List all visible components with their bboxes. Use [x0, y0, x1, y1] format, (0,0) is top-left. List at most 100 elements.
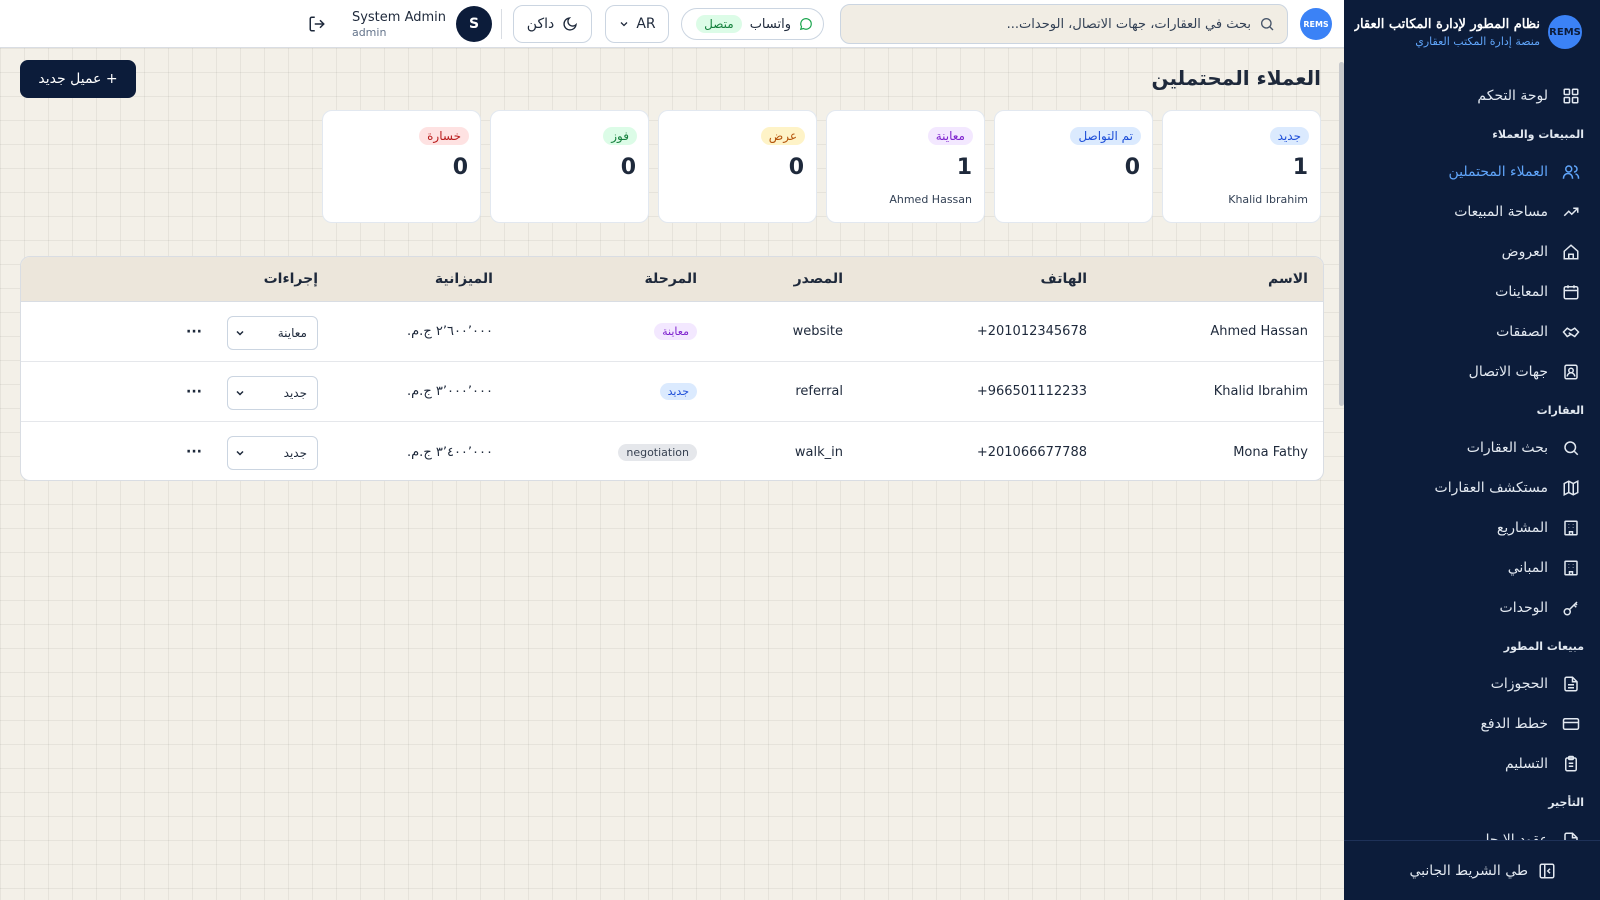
whatsapp-status[interactable]: واتساب متصل [681, 8, 824, 40]
sidebar-item-label: الصفقات [1496, 324, 1548, 340]
sidebar-item-leases[interactable]: عقود الإيجار [1344, 820, 1600, 840]
stage-count: 1 [956, 155, 972, 180]
sidebar-item-label: مستكشف العقارات [1434, 480, 1548, 496]
page-scrollbar[interactable] [1339, 62, 1344, 406]
sidebar-item-handover[interactable]: التسليم [1344, 744, 1600, 784]
stage-badge: جديد [1269, 127, 1309, 145]
search-icon [1562, 439, 1580, 457]
lead-phone: +201012345678 [976, 324, 1087, 339]
stage-card-new[interactable]: جديد 1 Khalid Ibrahim [1162, 110, 1321, 223]
file-icon [1562, 831, 1580, 840]
sidebar-item-leads[interactable]: العملاء المحتملين [1344, 152, 1600, 192]
chat-icon [799, 17, 813, 31]
more-actions-icon[interactable]: ··· [186, 302, 202, 361]
brand[interactable]: REMS نظام المطور لإدارة المكاتب العقارية… [1344, 0, 1600, 64]
brand-subtitle: منصة إدارة المكتب العقاري [1415, 34, 1540, 48]
lead-name[interactable]: Khalid Ibrahim [1214, 362, 1308, 421]
search-bar[interactable] [840, 4, 1288, 44]
topbar-divider [501, 9, 502, 39]
user-role: admin [351, 25, 387, 39]
sidebar-item-deals[interactable]: الصفقات [1344, 312, 1600, 352]
stage-select[interactable]: معاينة [227, 316, 318, 350]
sidebar-item-bookings[interactable]: الحجوزات [1344, 664, 1600, 704]
sidebar-item-contacts[interactable]: جهات الاتصال [1344, 352, 1600, 392]
stage-badge: جديد [659, 383, 697, 400]
sidebar-item-sales-space[interactable]: مساحة المبيعات [1344, 192, 1600, 232]
lead-name[interactable]: Ahmed Hassan [1210, 302, 1308, 361]
column-header-stage[interactable]: المرحلة [645, 257, 697, 301]
more-actions-icon[interactable]: ··· [186, 362, 202, 421]
logout-icon[interactable] [308, 15, 326, 33]
clipboard-icon [1562, 755, 1580, 773]
stage-badge: negotiation [618, 443, 697, 461]
sidebar-item-dashboard[interactable]: لوحة التحكم [1344, 76, 1600, 116]
stage-card-viewing[interactable]: معاينة 1 Ahmed Hassan [826, 110, 985, 223]
sidebar-item-label: جهات الاتصال [1468, 364, 1548, 380]
sidebar-item-label: لوحة التحكم [1477, 88, 1548, 104]
chevron-down-icon [618, 18, 630, 30]
stage-badge: معاينة [654, 323, 697, 340]
user-menu[interactable]: S System Admin admin [348, 6, 492, 42]
sidebar-item-label: عقود الإيجار [1478, 832, 1548, 840]
lead-source: referral [795, 384, 843, 399]
sidebar-item-label: المباني [1507, 560, 1548, 576]
search-input[interactable] [853, 16, 1251, 32]
stage-card-lost[interactable]: خسارة 0 [322, 110, 481, 223]
theme-toggle[interactable]: داكن [513, 5, 592, 43]
panel-collapse-icon [1538, 862, 1556, 880]
lead-phone: +966501112233 [976, 384, 1087, 399]
sidebar-item-payment-plans[interactable]: خطط الدفع [1344, 704, 1600, 744]
whatsapp-status-badge: متصل [696, 15, 742, 33]
sidebar-section-rental: التأجير [1548, 795, 1584, 809]
more-actions-icon[interactable]: ··· [186, 422, 202, 480]
stage-count: 0 [452, 155, 468, 180]
building-icon [1562, 559, 1580, 577]
lead-name[interactable]: Mona Fathy [1233, 422, 1308, 480]
stage-select[interactable]: جديد [227, 436, 318, 470]
table-row[interactable]: Mona Fathy +201066677788 walk_in negotia… [21, 422, 1323, 480]
sidebar-item-viewings[interactable]: المعاينات [1344, 272, 1600, 312]
sidebar-section-developer: مبيعات المطور [1503, 639, 1584, 653]
grid-icon [1562, 87, 1580, 105]
stage-badge: تم التواصل [1070, 127, 1141, 145]
search-icon [1259, 16, 1275, 32]
stage-badge: خسارة [419, 127, 469, 145]
sidebar-item-projects[interactable]: المشاريع [1344, 508, 1600, 548]
column-header-phone[interactable]: الهاتف [1041, 257, 1087, 301]
stage-count: 0 [620, 155, 636, 180]
sidebar-item-label: المشاريع [1496, 520, 1548, 536]
language-label: AR [636, 16, 656, 32]
collapse-label: طي الشريط الجانبي [1409, 862, 1528, 879]
contact-icon [1562, 363, 1580, 381]
stage-card-contacted[interactable]: تم التواصل 0 [994, 110, 1153, 223]
theme-label: داكن [526, 16, 555, 32]
collapse-sidebar-button[interactable]: طي الشريط الجانبي [1344, 840, 1600, 900]
sidebar-item-label: مساحة المبيعات [1454, 204, 1548, 220]
sidebar-item-offers[interactable]: العروض [1344, 232, 1600, 272]
stage-card-offer[interactable]: عرض 0 [658, 110, 817, 223]
column-header-name[interactable]: الاسم [1268, 257, 1308, 301]
stage-badge: عرض [760, 127, 805, 145]
brand-logo: REMS [1548, 15, 1582, 49]
sidebar-item-units[interactable]: الوحدات [1344, 588, 1600, 628]
table-row[interactable]: Ahmed Hassan +201012345678 website معاين… [21, 302, 1323, 362]
column-header-source[interactable]: المصدر [794, 257, 843, 301]
sidebar-item-label: بحث العقارات [1466, 440, 1548, 456]
user-avatar: S [456, 6, 492, 42]
add-lead-button[interactable]: + عميل جديد [20, 60, 136, 98]
trending-up-icon [1562, 203, 1580, 221]
table-row[interactable]: Khalid Ibrahim +966501112233 referral جد… [21, 362, 1323, 422]
app-avatar[interactable]: REMS [1300, 8, 1332, 40]
sidebar-item-buildings[interactable]: المباني [1344, 548, 1600, 588]
home-icon [1562, 243, 1580, 261]
stage-names: Ahmed Hassan [889, 193, 972, 206]
user-name: System Admin [351, 9, 446, 25]
sidebar-item-label: الوحدات [1499, 600, 1548, 616]
stage-card-won[interactable]: فوز 0 [490, 110, 649, 223]
language-select[interactable]: AR [605, 5, 669, 43]
stage-select[interactable]: جديد [227, 376, 318, 410]
sidebar-item-property-search[interactable]: بحث العقارات [1344, 428, 1600, 468]
sidebar-item-label: العملاء المحتملين [1448, 164, 1548, 180]
column-header-budget[interactable]: الميزانية [435, 257, 493, 301]
sidebar-item-property-explorer[interactable]: مستكشف العقارات [1344, 468, 1600, 508]
